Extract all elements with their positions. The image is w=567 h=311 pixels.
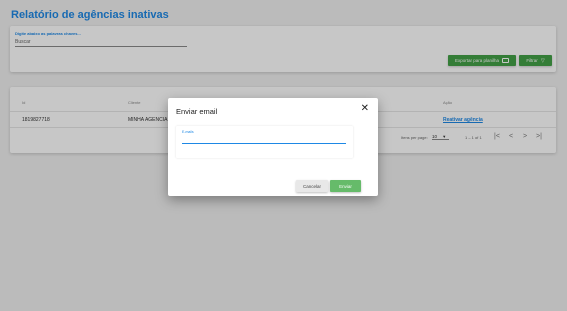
send-email-dialog: Enviar email ✕ E-mails Cancelar Enviar <box>168 98 378 196</box>
cancel-button[interactable]: Cancelar <box>296 180 328 192</box>
email-field-container: E-mails <box>176 126 353 158</box>
send-button[interactable]: Enviar <box>330 180 361 192</box>
email-field[interactable] <box>182 136 346 144</box>
dialog-title: Enviar email <box>176 107 218 116</box>
close-icon[interactable]: ✕ <box>361 103 369 114</box>
email-label: E-mails <box>182 130 194 134</box>
